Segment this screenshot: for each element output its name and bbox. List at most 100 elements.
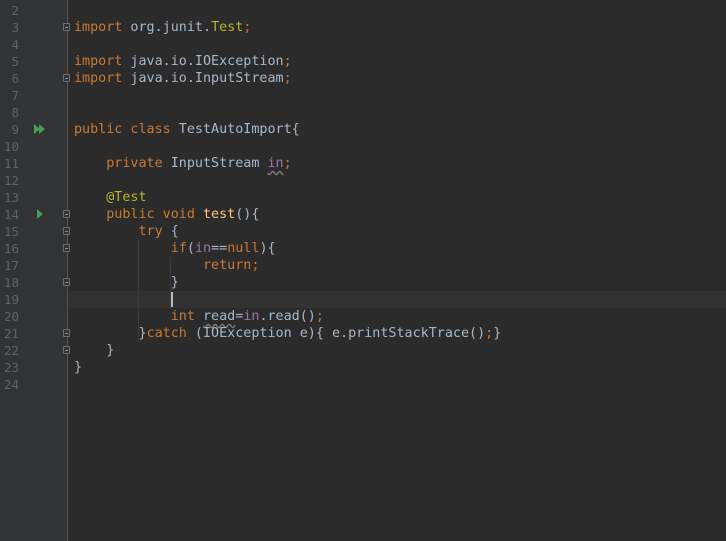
code-line[interactable]: 4	[0, 36, 726, 53]
code-text[interactable]: return;	[74, 257, 259, 274]
code-text[interactable]: public class TestAutoImport{	[74, 121, 300, 138]
code-line[interactable]: 24	[0, 376, 726, 393]
code-text[interactable]: private InputStream in;	[74, 155, 291, 172]
code-text[interactable]: import org.junit.Test;	[74, 19, 251, 36]
line-number[interactable]: 12	[0, 172, 19, 189]
code-line-content[interactable]	[69, 138, 726, 155]
code-line-content[interactable]: try {	[69, 223, 726, 240]
code-line[interactable]: 6 import java.io.InputStream;	[0, 70, 726, 87]
code-text[interactable]: }	[74, 342, 114, 359]
code-token: int	[170, 309, 195, 324]
code-token: }	[170, 275, 179, 290]
code-line-content[interactable]: }	[69, 359, 726, 376]
code-line[interactable]: 8	[0, 104, 726, 121]
code-token: ;	[283, 54, 292, 69]
code-token: }	[138, 326, 147, 341]
code-text[interactable]: }	[74, 274, 179, 291]
code-text[interactable]: public void test(){	[74, 206, 259, 223]
code-text[interactable]: int read=in.read();	[74, 308, 324, 325]
code-line[interactable]: 23}	[0, 359, 726, 376]
line-number[interactable]: 18	[0, 274, 19, 291]
code-line[interactable]: 10	[0, 138, 726, 155]
code-line[interactable]: 19	[0, 291, 726, 308]
code-line[interactable]: 9 public class TestAutoImport{	[0, 121, 726, 138]
line-number[interactable]: 6	[0, 70, 19, 87]
line-number[interactable]: 16	[0, 240, 19, 257]
code-line-content[interactable]	[69, 87, 726, 104]
line-number[interactable]: 23	[0, 359, 19, 376]
code-line-content[interactable]	[69, 36, 726, 53]
text-caret	[170, 291, 173, 307]
code-line[interactable]: 2	[0, 2, 726, 19]
code-editor[interactable]: 2 3 import org.junit.Test; 4 5 import java.io…	[0, 0, 726, 541]
code-line[interactable]: 15 try {	[0, 223, 726, 240]
code-line[interactable]: 11 private InputStream in;	[0, 155, 726, 172]
code-line-content[interactable]: int read=in.read();	[69, 308, 726, 325]
code-line-content[interactable]: }catch (IOException e){ e.printStackTrac…	[69, 325, 726, 342]
code-line[interactable]: 5 import java.io.IOException;	[0, 53, 726, 70]
line-number[interactable]: 9	[0, 121, 19, 138]
code-line-content[interactable]: }	[69, 342, 726, 359]
line-number[interactable]: 3	[0, 19, 19, 36]
code-line[interactable]: 18 }	[0, 274, 726, 291]
code-line[interactable]: 20 int read=in.read();	[0, 308, 726, 325]
code-line[interactable]: 17 return;	[0, 257, 726, 274]
code-line[interactable]: 16 if(in==null){	[0, 240, 726, 257]
line-number[interactable]: 20	[0, 308, 19, 325]
code-line-content[interactable]	[69, 376, 726, 393]
line-number[interactable]: 2	[0, 2, 19, 19]
code-token: return;	[203, 258, 260, 273]
code-text[interactable]: if(in==null){	[74, 240, 276, 257]
line-number[interactable]: 17	[0, 257, 19, 274]
run-test-icon[interactable]	[37, 209, 43, 219]
code-line[interactable]: 3 import org.junit.Test;	[0, 19, 726, 36]
line-number[interactable]: 15	[0, 223, 19, 240]
code-line-content[interactable]	[69, 104, 726, 121]
line-number[interactable]: 13	[0, 189, 19, 206]
code-token: java.io.InputStream	[122, 71, 284, 86]
line-number[interactable]: 21	[0, 325, 19, 342]
code-line[interactable]: 13 @Test	[0, 189, 726, 206]
code-text[interactable]: @Test	[74, 189, 146, 206]
code-line-content[interactable]: @Test	[69, 189, 726, 206]
code-line-content[interactable]: public void test(){	[69, 206, 726, 223]
code-token: {	[162, 224, 179, 239]
code-line[interactable]: 22 }	[0, 342, 726, 359]
code-text[interactable]	[74, 291, 173, 308]
code-token: read	[203, 309, 236, 324]
code-text[interactable]: import java.io.InputStream;	[74, 70, 292, 87]
code-line-content[interactable]: private InputStream in;	[69, 155, 726, 172]
code-token: public class	[74, 122, 171, 137]
line-number[interactable]: 8	[0, 104, 19, 121]
code-line-content[interactable]: }	[69, 274, 726, 291]
code-line[interactable]: 12	[0, 172, 726, 189]
line-number[interactable]: 5	[0, 53, 19, 70]
code-line-content[interactable]: public class TestAutoImport{	[69, 121, 726, 138]
code-line-content[interactable]: import org.junit.Test;	[69, 19, 726, 36]
code-line[interactable]: 21 }catch (IOException e){ e.printStackT…	[0, 325, 726, 342]
code-line[interactable]: 7	[0, 87, 726, 104]
code-line-content[interactable]	[69, 2, 726, 19]
line-number[interactable]: 14	[0, 206, 19, 223]
code-line-content[interactable]: if(in==null){	[69, 240, 726, 257]
line-number[interactable]: 7	[0, 87, 19, 104]
line-number[interactable]: 10	[0, 138, 19, 155]
code-line[interactable]: 14 public void test(){	[0, 206, 726, 223]
code-text[interactable]: import java.io.IOException;	[74, 53, 292, 70]
code-line-content[interactable]: import java.io.InputStream;	[69, 70, 726, 87]
line-number[interactable]: 24	[0, 376, 19, 393]
line-number[interactable]: 4	[0, 36, 19, 53]
line-number[interactable]: 11	[0, 155, 19, 172]
code-line-content[interactable]: import java.io.IOException;	[69, 53, 726, 70]
code-line-content[interactable]: return;	[69, 257, 726, 274]
code-token: in	[267, 156, 284, 171]
line-number[interactable]: 22	[0, 342, 19, 359]
code-line-content[interactable]	[69, 172, 726, 189]
code-token: ;	[243, 20, 252, 35]
code-text[interactable]: }	[74, 359, 82, 376]
code-text[interactable]: try {	[74, 223, 179, 240]
code-line-content[interactable]	[69, 291, 726, 308]
line-number[interactable]: 19	[0, 291, 19, 308]
